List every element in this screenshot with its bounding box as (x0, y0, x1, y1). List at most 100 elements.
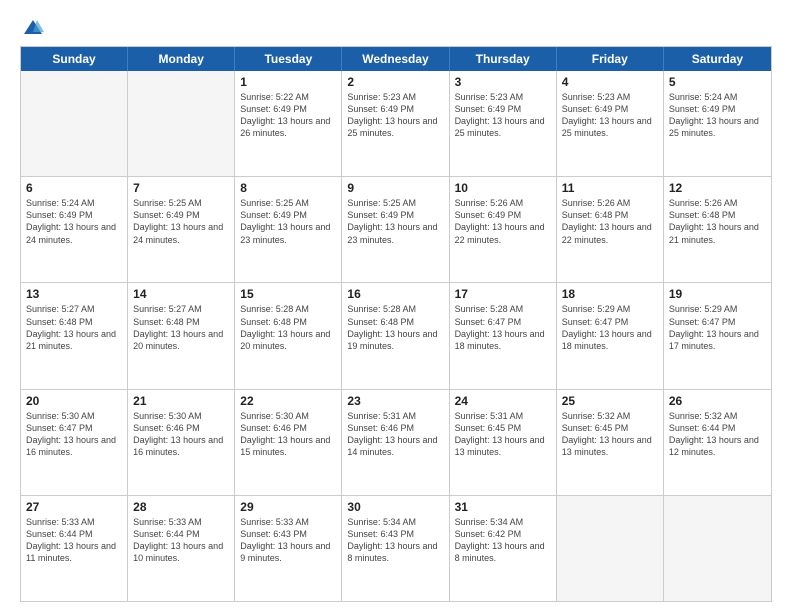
day-number: 11 (562, 181, 658, 195)
day-info: Sunrise: 5:31 AM Sunset: 6:46 PM Dayligh… (347, 410, 443, 459)
day-info: Sunrise: 5:23 AM Sunset: 6:49 PM Dayligh… (562, 91, 658, 140)
day-cell-3: 3 Sunrise: 5:23 AM Sunset: 6:49 PM Daylig… (450, 71, 557, 176)
weekday-header-saturday: Saturday (664, 47, 771, 71)
calendar-row-3: 13 Sunrise: 5:27 AM Sunset: 6:48 PM Dayli… (21, 282, 771, 388)
day-number: 12 (669, 181, 766, 195)
day-cell-27: 27 Sunrise: 5:33 AM Sunset: 6:44 PM Dayli… (21, 496, 128, 601)
day-cell-8: 8 Sunrise: 5:25 AM Sunset: 6:49 PM Daylig… (235, 177, 342, 282)
day-info: Sunrise: 5:22 AM Sunset: 6:49 PM Dayligh… (240, 91, 336, 140)
day-cell-19: 19 Sunrise: 5:29 AM Sunset: 6:47 PM Dayli… (664, 283, 771, 388)
day-cell-7: 7 Sunrise: 5:25 AM Sunset: 6:49 PM Daylig… (128, 177, 235, 282)
day-number: 16 (347, 287, 443, 301)
day-cell-21: 21 Sunrise: 5:30 AM Sunset: 6:46 PM Dayli… (128, 390, 235, 495)
day-info: Sunrise: 5:29 AM Sunset: 6:47 PM Dayligh… (669, 303, 766, 352)
day-cell-1: 1Sunrise: 5:22 AM Sunset: 6:49 PM Daylig… (235, 71, 342, 176)
day-number: 8 (240, 181, 336, 195)
empty-cell (128, 71, 235, 176)
page: SundayMondayTuesdayWednesdayThursdayFrid… (0, 0, 792, 612)
day-cell-13: 13 Sunrise: 5:27 AM Sunset: 6:48 PM Dayli… (21, 283, 128, 388)
day-number: 31 (455, 500, 551, 514)
day-info: Sunrise: 5:26 AM Sunset: 6:49 PM Dayligh… (455, 197, 551, 246)
day-number: 27 (26, 500, 122, 514)
day-info: Sunrise: 5:26 AM Sunset: 6:48 PM Dayligh… (562, 197, 658, 246)
logo (20, 18, 44, 36)
weekday-header-monday: Monday (128, 47, 235, 71)
day-number: 13 (26, 287, 122, 301)
day-info: Sunrise: 5:23 AM Sunset: 6:49 PM Dayligh… (455, 91, 551, 140)
day-cell-24: 24Sunrise: 5:31 AM Sunset: 6:45 PM Dayli… (450, 390, 557, 495)
day-cell-26: 26 Sunrise: 5:32 AM Sunset: 6:44 PM Dayli… (664, 390, 771, 495)
day-info: Sunrise: 5:25 AM Sunset: 6:49 PM Dayligh… (347, 197, 443, 246)
day-cell-31: 31 Sunrise: 5:34 AM Sunset: 6:42 PM Dayli… (450, 496, 557, 601)
empty-cell (21, 71, 128, 176)
calendar-row-2: 6Sunrise: 5:24 AM Sunset: 6:49 PM Daylig… (21, 176, 771, 282)
weekday-header-thursday: Thursday (450, 47, 557, 71)
empty-cell (557, 496, 664, 601)
day-cell-29: 29Sunrise: 5:33 AM Sunset: 6:43 PM Dayli… (235, 496, 342, 601)
day-info: Sunrise: 5:26 AM Sunset: 6:48 PM Dayligh… (669, 197, 766, 246)
day-number: 28 (133, 500, 229, 514)
day-info: Sunrise: 5:28 AM Sunset: 6:48 PM Dayligh… (347, 303, 443, 352)
day-cell-18: 18Sunrise: 5:29 AM Sunset: 6:47 PM Dayli… (557, 283, 664, 388)
day-cell-30: 30Sunrise: 5:34 AM Sunset: 6:43 PM Dayli… (342, 496, 449, 601)
day-number: 29 (240, 500, 336, 514)
day-number: 4 (562, 75, 658, 89)
day-info: Sunrise: 5:30 AM Sunset: 6:46 PM Dayligh… (240, 410, 336, 459)
day-info: Sunrise: 5:30 AM Sunset: 6:46 PM Dayligh… (133, 410, 229, 459)
day-number: 30 (347, 500, 443, 514)
day-number: 24 (455, 394, 551, 408)
day-cell-23: 23 Sunrise: 5:31 AM Sunset: 6:46 PM Dayli… (342, 390, 449, 495)
day-number: 17 (455, 287, 551, 301)
calendar-header: SundayMondayTuesdayWednesdayThursdayFrid… (21, 47, 771, 71)
day-cell-11: 11 Sunrise: 5:26 AM Sunset: 6:48 PM Dayli… (557, 177, 664, 282)
day-number: 9 (347, 181, 443, 195)
day-cell-22: 22Sunrise: 5:30 AM Sunset: 6:46 PM Dayli… (235, 390, 342, 495)
day-info: Sunrise: 5:24 AM Sunset: 6:49 PM Dayligh… (669, 91, 766, 140)
day-info: Sunrise: 5:33 AM Sunset: 6:44 PM Dayligh… (133, 516, 229, 565)
day-info: Sunrise: 5:25 AM Sunset: 6:49 PM Dayligh… (240, 197, 336, 246)
day-info: Sunrise: 5:32 AM Sunset: 6:44 PM Dayligh… (669, 410, 766, 459)
day-info: Sunrise: 5:27 AM Sunset: 6:48 PM Dayligh… (26, 303, 122, 352)
day-info: Sunrise: 5:28 AM Sunset: 6:48 PM Dayligh… (240, 303, 336, 352)
day-cell-15: 15 Sunrise: 5:28 AM Sunset: 6:48 PM Dayli… (235, 283, 342, 388)
weekday-header-tuesday: Tuesday (235, 47, 342, 71)
weekday-header-friday: Friday (557, 47, 664, 71)
day-cell-5: 5Sunrise: 5:24 AM Sunset: 6:49 PM Daylig… (664, 71, 771, 176)
day-cell-12: 12 Sunrise: 5:26 AM Sunset: 6:48 PM Dayli… (664, 177, 771, 282)
calendar-row-1: 1Sunrise: 5:22 AM Sunset: 6:49 PM Daylig… (21, 71, 771, 176)
calendar-row-5: 27 Sunrise: 5:33 AM Sunset: 6:44 PM Dayli… (21, 495, 771, 601)
day-number: 18 (562, 287, 658, 301)
day-info: Sunrise: 5:34 AM Sunset: 6:42 PM Dayligh… (455, 516, 551, 565)
day-cell-16: 16 Sunrise: 5:28 AM Sunset: 6:48 PM Dayli… (342, 283, 449, 388)
day-cell-9: 9 Sunrise: 5:25 AM Sunset: 6:49 PM Daylig… (342, 177, 449, 282)
day-cell-4: 4 Sunrise: 5:23 AM Sunset: 6:49 PM Daylig… (557, 71, 664, 176)
day-info: Sunrise: 5:24 AM Sunset: 6:49 PM Dayligh… (26, 197, 122, 246)
day-number: 19 (669, 287, 766, 301)
calendar-body: 1Sunrise: 5:22 AM Sunset: 6:49 PM Daylig… (21, 71, 771, 601)
day-info: Sunrise: 5:27 AM Sunset: 6:48 PM Dayligh… (133, 303, 229, 352)
calendar-row-4: 20 Sunrise: 5:30 AM Sunset: 6:47 PM Dayli… (21, 389, 771, 495)
day-number: 21 (133, 394, 229, 408)
day-info: Sunrise: 5:30 AM Sunset: 6:47 PM Dayligh… (26, 410, 122, 459)
day-number: 25 (562, 394, 658, 408)
day-number: 20 (26, 394, 122, 408)
day-number: 10 (455, 181, 551, 195)
empty-cell (664, 496, 771, 601)
day-number: 7 (133, 181, 229, 195)
day-cell-10: 10 Sunrise: 5:26 AM Sunset: 6:49 PM Dayli… (450, 177, 557, 282)
day-cell-2: 2Sunrise: 5:23 AM Sunset: 6:49 PM Daylig… (342, 71, 449, 176)
day-cell-14: 14 Sunrise: 5:27 AM Sunset: 6:48 PM Dayli… (128, 283, 235, 388)
day-cell-20: 20 Sunrise: 5:30 AM Sunset: 6:47 PM Dayli… (21, 390, 128, 495)
day-number: 14 (133, 287, 229, 301)
day-info: Sunrise: 5:33 AM Sunset: 6:44 PM Dayligh… (26, 516, 122, 565)
day-info: Sunrise: 5:23 AM Sunset: 6:49 PM Dayligh… (347, 91, 443, 140)
day-cell-28: 28 Sunrise: 5:33 AM Sunset: 6:44 PM Dayli… (128, 496, 235, 601)
day-number: 15 (240, 287, 336, 301)
day-cell-25: 25 Sunrise: 5:32 AM Sunset: 6:45 PM Dayli… (557, 390, 664, 495)
day-number: 26 (669, 394, 766, 408)
day-info: Sunrise: 5:25 AM Sunset: 6:49 PM Dayligh… (133, 197, 229, 246)
day-number: 23 (347, 394, 443, 408)
day-info: Sunrise: 5:32 AM Sunset: 6:45 PM Dayligh… (562, 410, 658, 459)
weekday-header-wednesday: Wednesday (342, 47, 449, 71)
day-number: 3 (455, 75, 551, 89)
